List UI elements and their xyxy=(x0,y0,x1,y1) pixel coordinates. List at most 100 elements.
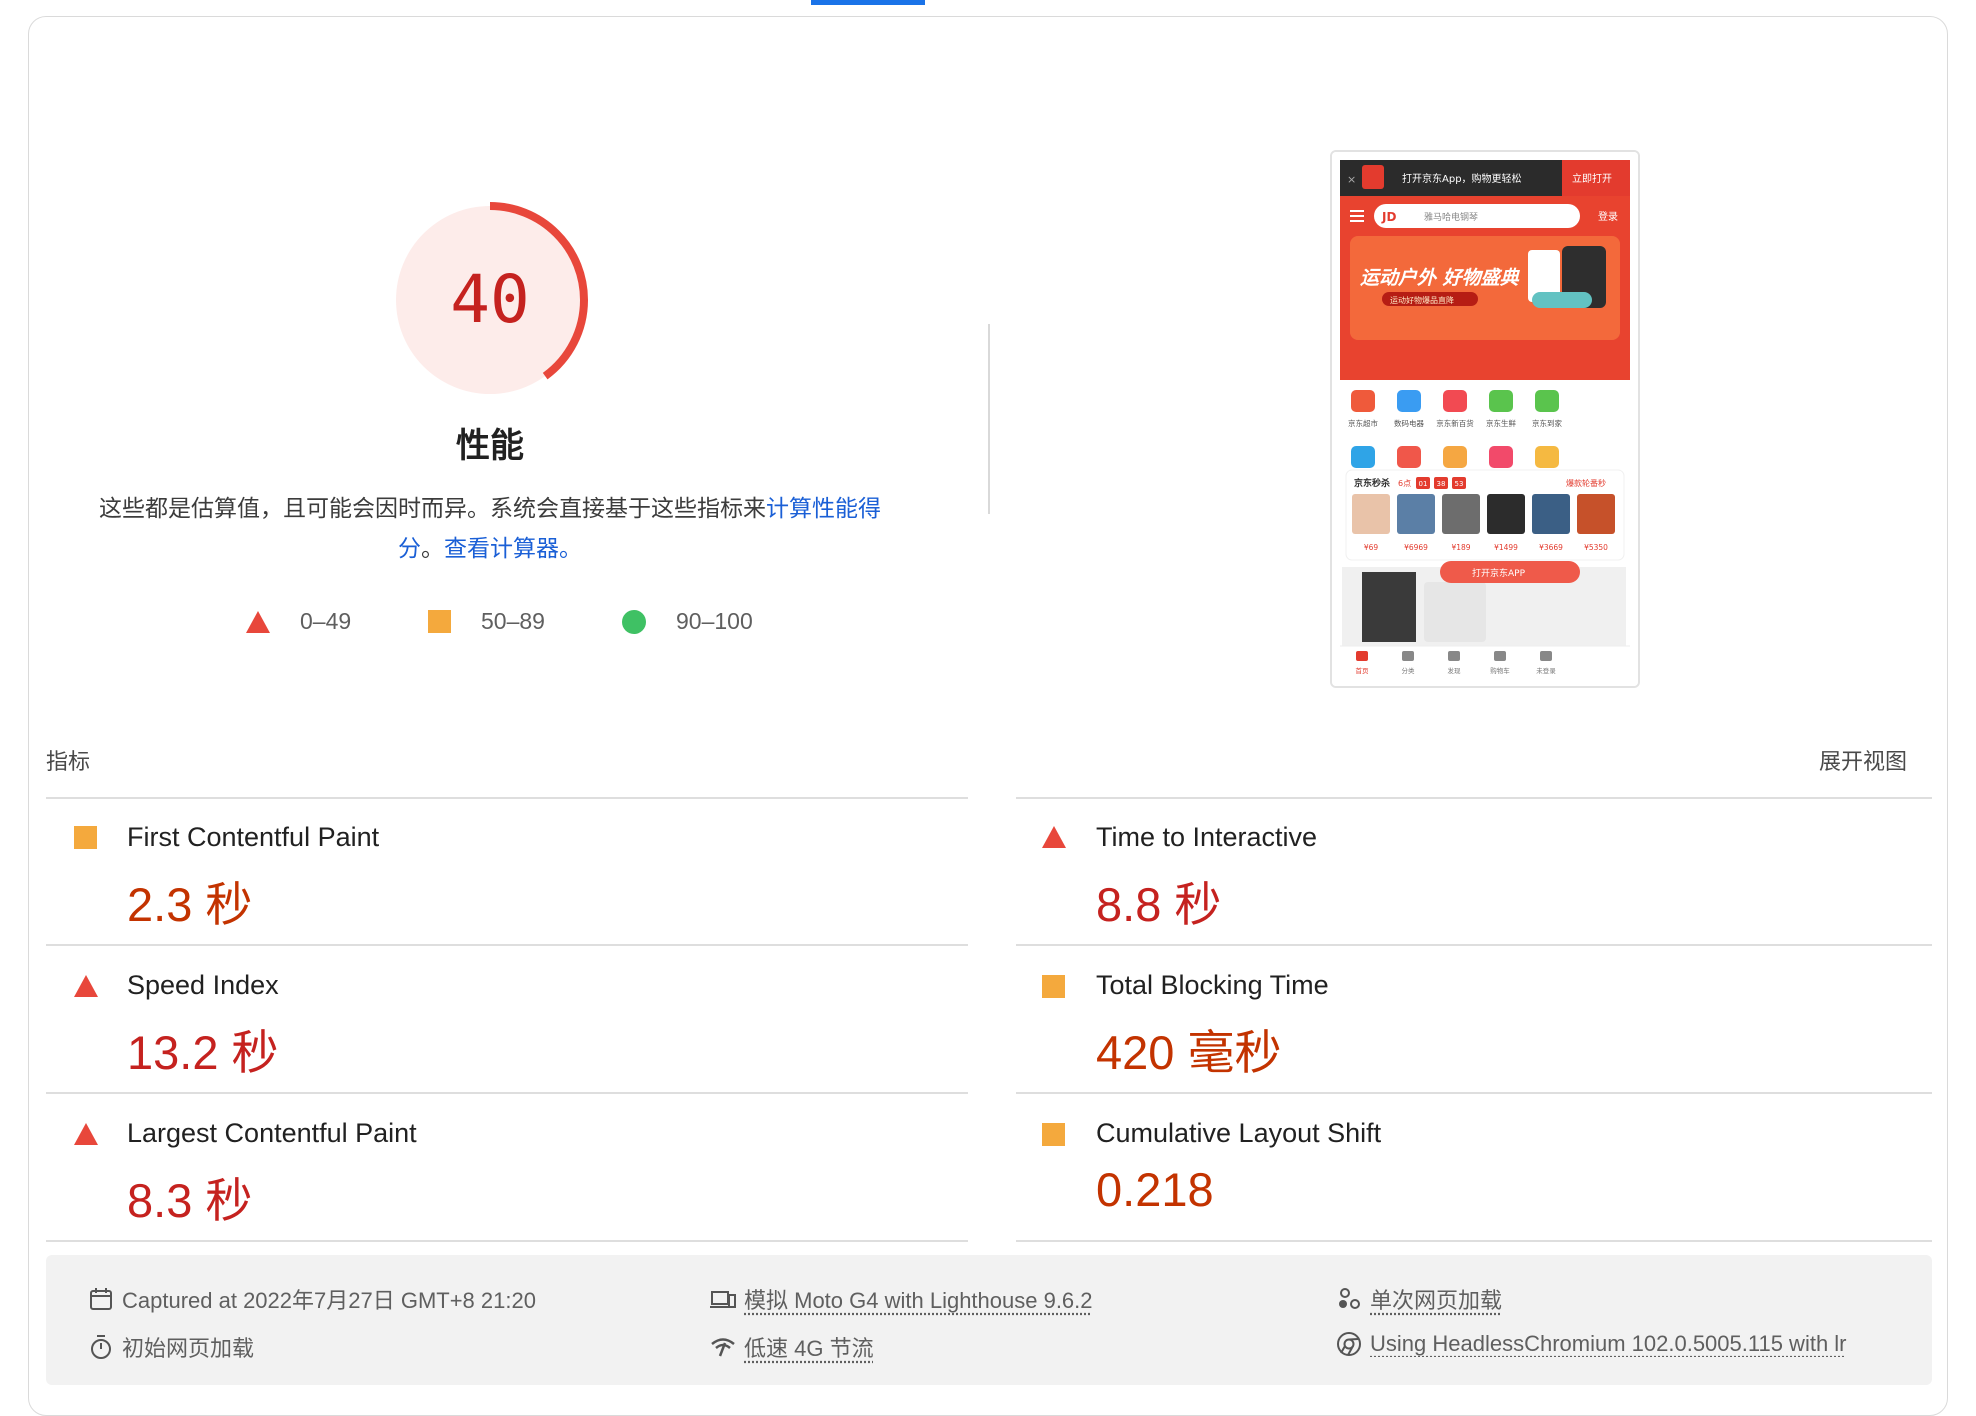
thumb-product-image xyxy=(1577,494,1615,534)
metric-value: 8.8 秒 xyxy=(1096,878,1222,931)
performance-score: 40 xyxy=(450,261,530,338)
thumb-seckill-more: 爆款轮番秒 xyxy=(1566,478,1606,488)
thumb-nav-icon xyxy=(1397,446,1421,468)
legend-average: 50–89 xyxy=(428,608,545,635)
divider xyxy=(1016,1240,1932,1242)
average-square-icon xyxy=(428,610,451,633)
thumb-seckill: 京东秒杀 xyxy=(1354,477,1390,489)
thumb-login: 登录 xyxy=(1598,210,1618,223)
thumb-nav-label: 数码电器 xyxy=(1394,418,1424,428)
thumb-hero-title: 运动户外 好物盛典 xyxy=(1360,267,1521,289)
fail-triangle-icon xyxy=(246,610,270,633)
thumb-search-placeholder: 雅马哈电钢琴 xyxy=(1424,211,1478,223)
description-text: 这些都是估算值，且可能会因时而异。系统会直接基于这些指标来 xyxy=(99,495,766,521)
metric-value: 420 毫秒 xyxy=(1096,1026,1282,1079)
average-square-icon xyxy=(74,826,97,849)
metric-name: Largest Contentful Paint xyxy=(127,1118,417,1148)
active-tab-indicator xyxy=(811,0,925,5)
metric-value: 13.2 秒 xyxy=(127,1026,279,1079)
thumb-tab-icon xyxy=(1494,651,1506,661)
thumb-tab-icon xyxy=(1402,651,1414,661)
thumb-timer-digit: 38 xyxy=(1437,480,1446,488)
thumb-tab-icon xyxy=(1448,651,1460,661)
thumb-nav-icon xyxy=(1443,390,1467,412)
fail-triangle-icon xyxy=(1042,826,1066,848)
thumb-seckill-hour: 6点 xyxy=(1398,479,1411,488)
thumb-nav-icon xyxy=(1535,446,1559,468)
expand-view-toggle[interactable]: 展开视图 xyxy=(1819,744,1907,776)
timer-icon xyxy=(91,1335,111,1359)
svg-text:JD: JD xyxy=(1381,210,1396,224)
legend-pass: 90–100 xyxy=(622,608,753,635)
calculator-link[interactable]: 查看计算器。 xyxy=(444,535,582,561)
thumb-product-image xyxy=(1532,494,1570,534)
performance-gauge[interactable]: 40 xyxy=(390,200,590,400)
divider xyxy=(46,944,968,946)
footer-throttling[interactable]: 低速 4G 节流 xyxy=(710,1331,874,1363)
thumb-product-image xyxy=(1352,494,1390,534)
thumb-product-price: ¥189 xyxy=(1451,543,1470,552)
final-screenshot[interactable]: × 打开京东App，购物更轻松 立即打开 JD 雅马哈电钢琴 登录 运动户外 好… xyxy=(1330,150,1640,688)
thumb-nav-icon xyxy=(1535,390,1559,412)
divider xyxy=(46,1240,968,1242)
thumb-product-price: ¥69 xyxy=(1364,543,1379,552)
thumb-timer-digit: 01 xyxy=(1419,480,1428,488)
thumb-timer-digit: 53 xyxy=(1455,480,1464,488)
thumb-product-price: ¥6969 xyxy=(1404,543,1428,552)
thumb-tab-label: 分类 xyxy=(1402,666,1416,675)
browser-text[interactable]: Using HeadlessChromium 102.0.5005.115 wi… xyxy=(1370,1331,1847,1357)
thumb-nav-icon xyxy=(1397,390,1421,412)
footer-browser[interactable]: Using HeadlessChromium 102.0.5005.115 wi… xyxy=(1336,1331,1896,1357)
thumb-product-price: ¥3669 xyxy=(1539,543,1563,552)
report-card xyxy=(28,16,1948,1416)
metric-name: Total Blocking Time xyxy=(1096,970,1329,1000)
device-text[interactable]: 模拟 Moto G4 with Lighthouse 9.6.2 xyxy=(744,1283,1093,1315)
metric-name: Speed Index xyxy=(127,970,279,1000)
thumb-tab-label: 未登录 xyxy=(1536,666,1556,675)
average-square-icon xyxy=(1042,975,1065,998)
devices-icon xyxy=(710,1291,736,1308)
fail-triangle-icon xyxy=(74,975,98,997)
divider xyxy=(46,797,968,799)
footer-load: 初始网页加载 xyxy=(88,1331,254,1363)
single-load-icon xyxy=(1339,1288,1360,1309)
thumb-product-image xyxy=(1442,494,1480,534)
gauge-title: 性能 xyxy=(456,427,524,465)
calendar-icon xyxy=(90,1288,112,1310)
thumb-nav-label: 京东超市 xyxy=(1348,418,1378,428)
thumb-nav-label: 京东生鲜 xyxy=(1486,418,1516,428)
score-description: 这些都是估算值，且可能会因时而异。系统会直接基于这些指标来计算性能得分。查看计算… xyxy=(85,488,895,568)
thumb-hero-sub: 运动好物爆品直降 xyxy=(1390,295,1454,305)
pass-circle-icon xyxy=(622,609,646,634)
legend-fail-label: 0–49 xyxy=(300,608,352,634)
divider xyxy=(46,1092,968,1094)
thumb-tab-label: 发现 xyxy=(1448,666,1462,675)
thumb-product-price: ¥1499 xyxy=(1494,543,1518,552)
vertical-divider xyxy=(988,324,990,514)
thumb-tab-label: 购物车 xyxy=(1490,666,1510,675)
thumb-open-app: 打开京东APP xyxy=(1472,567,1526,579)
thumb-nav-label: 京东新百货 xyxy=(1436,418,1474,428)
metric-name: Time to Interactive xyxy=(1096,822,1318,852)
divider xyxy=(1016,944,1932,946)
thumb-nav-icon xyxy=(1351,446,1375,468)
throttling-text[interactable]: 低速 4G 节流 xyxy=(744,1331,874,1363)
thumb-tab-label: 首页 xyxy=(1356,666,1370,675)
thumb-tab-icon xyxy=(1356,651,1368,661)
session-text[interactable]: 单次网页加载 xyxy=(1370,1283,1502,1315)
svg-text:×: × xyxy=(1347,173,1356,186)
thumb-tab-icon xyxy=(1540,651,1552,661)
network-throttle-icon xyxy=(711,1338,735,1357)
legend-pass-label: 90–100 xyxy=(676,608,753,634)
footer-session[interactable]: 单次网页加载 xyxy=(1336,1283,1502,1315)
jd-mobile-page-thumbnail: × 打开京东App，购物更轻松 立即打开 JD 雅马哈电钢琴 登录 运动户外 好… xyxy=(1332,152,1638,686)
runtime-settings xyxy=(46,1255,1932,1385)
thumb-nav-icon xyxy=(1351,390,1375,412)
thumb-nav-label: 京东到家 xyxy=(1532,418,1562,428)
footer-device[interactable]: 模拟 Moto G4 with Lighthouse 9.6.2 xyxy=(710,1283,1093,1315)
thumb-product-image xyxy=(1397,494,1435,534)
footer-captured: Captured at 2022年7月27日 GMT+8 21:20 xyxy=(88,1283,536,1315)
fail-triangle-icon xyxy=(74,1123,98,1145)
metric-name: First Contentful Paint xyxy=(127,822,380,852)
metrics-label: 指标 xyxy=(46,749,91,774)
